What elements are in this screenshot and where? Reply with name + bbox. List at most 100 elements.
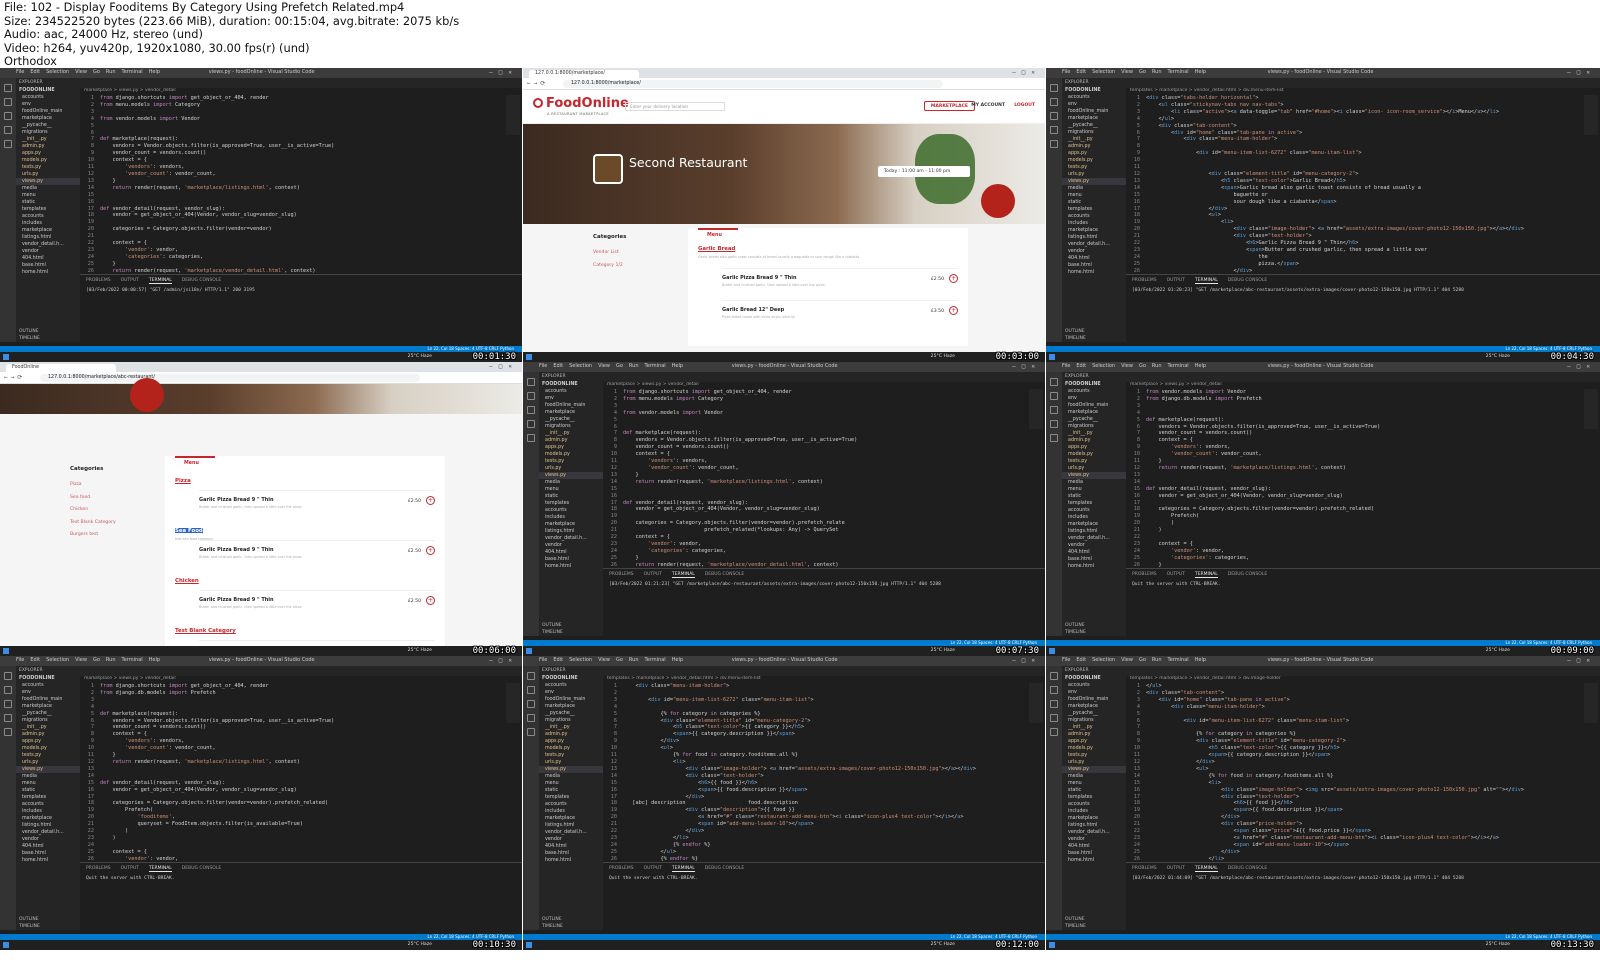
code-line[interactable]: 13 — [80, 766, 504, 773]
explorer-item[interactable]: marketplace — [539, 521, 603, 528]
explorer-item[interactable]: urls.py — [1062, 171, 1126, 178]
minimap[interactable] — [506, 95, 520, 135]
code-line[interactable]: 12 </div> — [1126, 759, 1582, 766]
code-line[interactable]: 8 — [1126, 143, 1582, 150]
code-line[interactable]: 25 </ul> — [603, 849, 1027, 856]
code-editor[interactable]: 1 from django.shortcuts import get_object… — [80, 95, 504, 274]
code-line[interactable]: 23 </li> — [603, 835, 1027, 842]
window-controls[interactable]: —□✕ — [1567, 363, 1596, 370]
explorer-item[interactable]: accounts — [1062, 507, 1126, 514]
timeline-section[interactable]: TIMELINE — [542, 923, 603, 930]
code-line[interactable]: 24 <span id="add-menu-loader-10"></span> — [1126, 842, 1582, 849]
minimap[interactable] — [1584, 95, 1598, 135]
panel-tab[interactable]: TERMINAL — [1194, 572, 1218, 578]
location-input[interactable]: Enter your delivery location — [625, 102, 725, 111]
code-editor[interactable]: 1 <div class="tabs-holder horizontal"> 2 <… — [1126, 95, 1582, 274]
explorer-item[interactable]: models.py — [539, 451, 603, 458]
code-line[interactable]: 13 <ul> — [1126, 766, 1582, 773]
outline-section[interactable]: OUTLINE — [19, 328, 80, 335]
project-root[interactable]: FOODONLINE — [539, 381, 603, 388]
code-line[interactable]: 16 <div class="image-holder"> <img src="… — [1126, 787, 1582, 794]
code-line[interactable]: 16 — [603, 493, 1027, 500]
source-control-icon[interactable] — [1050, 700, 1058, 708]
code-line[interactable]: 4 </ul> — [1126, 116, 1582, 123]
explorer-item[interactable]: vendor_detail.h... — [1062, 535, 1126, 542]
outline-section[interactable]: OUTLINE — [1065, 916, 1126, 923]
explorer-item[interactable]: home.html — [1062, 563, 1126, 570]
breadcrumb[interactable]: templates > marketplace > vendor_detail.… — [603, 676, 1045, 683]
start-icon[interactable] — [1049, 942, 1055, 948]
explorer-item[interactable]: urls.py — [539, 465, 603, 472]
panel-tab[interactable]: OUTPUT — [1167, 572, 1185, 577]
explorer-item[interactable]: migrations — [16, 129, 80, 136]
explorer-item[interactable]: tests.py — [1062, 164, 1126, 171]
explorer-item[interactable]: migrations — [539, 423, 603, 430]
code-line[interactable]: 3 — [80, 109, 504, 116]
breadcrumb[interactable]: templates > marketplace > vendor_detail.… — [1126, 88, 1600, 95]
code-line[interactable]: 23 'vendor': vendor, — [603, 541, 1027, 548]
panel-tab[interactable]: PROBLEMS — [86, 866, 111, 871]
code-line[interactable]: 21 prefetch_related(*lookups: Any) -> Qu… — [603, 527, 1027, 534]
code-line[interactable]: 11 } — [80, 752, 504, 759]
explorer-item[interactable]: models.py — [1062, 745, 1126, 752]
code-line[interactable]: 5 def marketplace(request): — [80, 711, 504, 718]
code-line[interactable]: 20 <div class="image-holder"> <a href="a… — [1126, 226, 1582, 233]
explorer-item[interactable]: foodOnline_main — [16, 696, 80, 703]
code-line[interactable]: 12 <div class="element-title" id="menu-c… — [1126, 171, 1582, 178]
explorer-item[interactable]: env — [539, 395, 603, 402]
explorer-item[interactable]: marketplace — [1062, 521, 1126, 528]
code-line[interactable]: 3 <li class="active"><a data-toggle="tab… — [1126, 109, 1582, 116]
add-to-cart-button[interactable]: + — [949, 306, 958, 315]
code-line[interactable]: 23 <a href="#" class="restaurant-add-men… — [1126, 835, 1582, 842]
code-line[interactable]: 7 def marketplace(request): — [80, 136, 504, 143]
menu-bar[interactable]: File Edit Selection View Go Run Terminal Help — [16, 69, 166, 75]
panel-tab[interactable]: TERMINAL — [1194, 866, 1218, 872]
terminal-output[interactable]: [03/Feb/2022 00:00:57] "GET /admin/jsi18… — [80, 286, 522, 295]
code-line[interactable]: 6 <div class="element-title" id="menu-ca… — [603, 718, 1027, 725]
explorer-item[interactable]: 404.html — [539, 843, 603, 850]
explorer-item[interactable]: 404.html — [1062, 255, 1126, 262]
code-line[interactable]: 18 <h6>{{ food }}</h6> — [1126, 800, 1582, 807]
menu-bar[interactable]: File Edit Selection View Go Run Terminal Help — [1062, 363, 1212, 369]
code-line[interactable]: 5 {% for category in categories %} — [603, 711, 1027, 718]
explorer-item[interactable]: includes — [1062, 808, 1126, 815]
explorer-item[interactable]: base.html — [539, 850, 603, 857]
code-line[interactable]: 1 </ul> — [1126, 683, 1582, 690]
activity-bar[interactable] — [1046, 372, 1062, 636]
terminal-output[interactable]: [03/Feb/2022 01:44:09] "GET /marketplace… — [1126, 874, 1600, 883]
explorer-item[interactable]: base.html — [16, 850, 80, 857]
code-line[interactable]: 19 Prefetch( — [1126, 513, 1582, 520]
code-line[interactable]: 17 — [1126, 500, 1582, 507]
explorer-item[interactable]: apps.py — [16, 150, 80, 157]
browser-tab[interactable]: 127.0.0.1:8000/marketplace/ — [529, 70, 639, 78]
debug-icon[interactable] — [4, 714, 12, 722]
explorer-item[interactable]: views.py — [539, 472, 603, 479]
extensions-icon[interactable] — [527, 434, 535, 442]
explorer-item[interactable]: __pycache__ — [1062, 416, 1126, 423]
explorer-item[interactable]: views.py — [539, 766, 603, 773]
browser-tab[interactable]: FoodOnline — [6, 364, 116, 372]
explorer-item[interactable]: menu — [16, 192, 80, 199]
explorer-item[interactable]: vendor — [1062, 542, 1126, 549]
explorer-item[interactable]: views.py — [1062, 472, 1126, 479]
code-line[interactable]: 16 sour dough like a ciabatta</span> — [1126, 199, 1582, 206]
panel-tab[interactable]: DEBUG CONSOLE — [1228, 866, 1267, 871]
explorer-item[interactable]: vendor — [16, 248, 80, 255]
code-line[interactable]: 6 vendors = Vendor.objects.filter(is_app… — [1126, 424, 1582, 431]
files-icon[interactable] — [1050, 378, 1058, 386]
opening-hours-dropdown[interactable]: Today : 11:00 am - 11:00 pm — [878, 166, 970, 177]
start-icon[interactable] — [3, 942, 9, 948]
search-icon[interactable] — [527, 392, 535, 400]
panel-tab[interactable]: TERMINAL — [671, 572, 695, 578]
explorer-item[interactable]: vendor — [16, 836, 80, 843]
minimap[interactable] — [1584, 389, 1598, 429]
code-line[interactable]: 6 — [80, 130, 504, 137]
outline-section[interactable]: OUTLINE — [19, 916, 80, 923]
outline-section[interactable]: OUTLINE — [1065, 622, 1126, 629]
explorer-item[interactable]: vendor — [1062, 836, 1126, 843]
code-line[interactable]: 24 'vendor': vendor, — [1126, 548, 1582, 555]
weather-widget[interactable]: 25°C Haze — [1486, 354, 1510, 359]
explorer-item[interactable]: foodOnline_main — [1062, 696, 1126, 703]
extensions-icon[interactable] — [4, 140, 12, 148]
code-line[interactable]: 1 <div class="menu-itam-holder"> — [603, 683, 1027, 690]
